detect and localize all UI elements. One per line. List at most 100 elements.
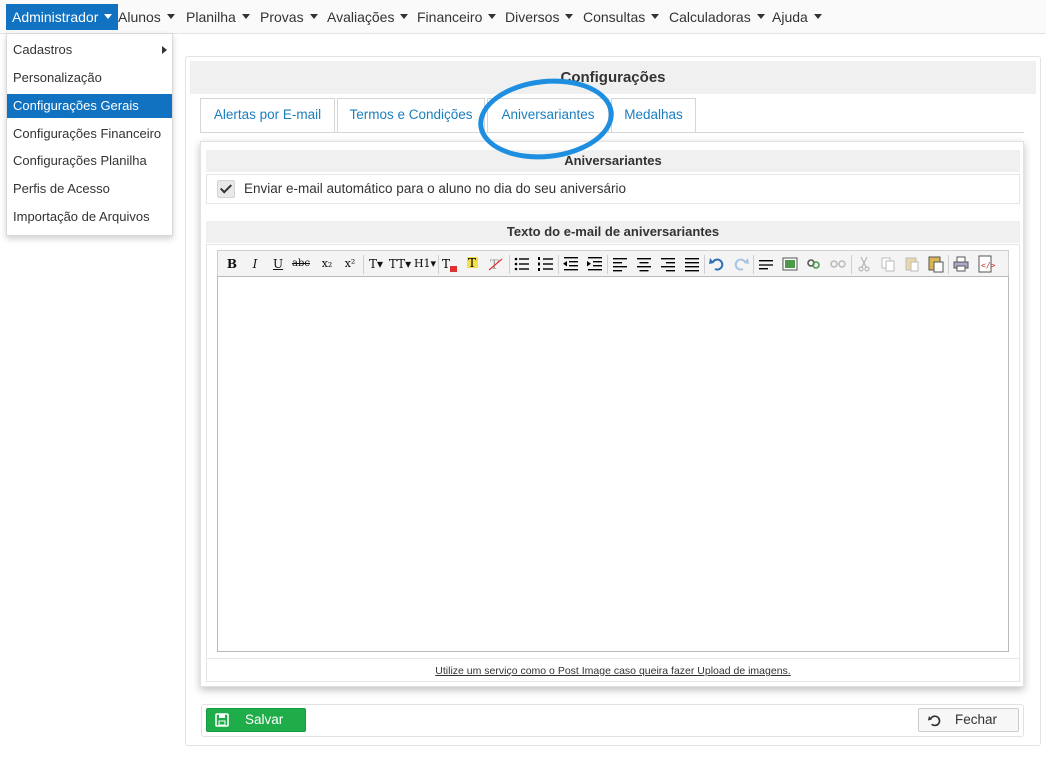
- menu-label: Diversos: [505, 9, 560, 25]
- page-title: Configurações: [190, 61, 1036, 94]
- source-code-icon[interactable]: </>: [975, 254, 995, 274]
- dropdown-item-configuracoes-gerais[interactable]: Configurações Gerais: [7, 94, 172, 118]
- dropdown-item-perfis-de-acesso[interactable]: Perfis de Acesso: [7, 177, 172, 201]
- tab-label: Termos e Condições: [349, 107, 473, 122]
- paste-icon[interactable]: [902, 254, 922, 274]
- numbered-list-icon[interactable]: [536, 254, 556, 274]
- align-center-icon[interactable]: [634, 254, 654, 274]
- save-button[interactable]: Salvar: [206, 708, 306, 732]
- menu-label: Alunos: [118, 9, 161, 25]
- underline-icon[interactable]: U: [268, 254, 288, 274]
- close-button-label: Fechar: [955, 712, 998, 727]
- link-icon[interactable]: [804, 254, 824, 274]
- birthday-email-label: Enviar e-mail automático para o aluno no…: [244, 181, 626, 196]
- chevron-down-icon: [488, 14, 497, 19]
- dropdown-item-configuracoes-financeiro[interactable]: Configurações Financeiro: [7, 122, 172, 146]
- dropdown-item-label: Importação de Arquivos: [13, 209, 150, 224]
- chevron-down-icon: [309, 14, 318, 19]
- cut-icon[interactable]: [854, 254, 874, 274]
- toolbar-separator: [509, 255, 510, 274]
- strikethrough-icon[interactable]: abc: [291, 254, 311, 274]
- tab-label: Medalhas: [624, 107, 683, 122]
- print-icon[interactable]: [951, 254, 971, 274]
- text-color-icon[interactable]: T: [440, 254, 460, 274]
- chevron-down-icon: [813, 14, 822, 19]
- refresh-icon: [928, 715, 941, 727]
- close-button[interactable]: Fechar: [918, 708, 1019, 732]
- menu-diversos[interactable]: Diversos: [501, 4, 574, 30]
- menu-label: Planilha: [186, 9, 236, 25]
- menu-label: Consultas: [583, 9, 646, 25]
- align-justify-icon[interactable]: [682, 254, 702, 274]
- dropdown-item-label: Perfis de Acesso: [13, 181, 110, 196]
- paste-text-icon[interactable]: [926, 254, 946, 274]
- floppy-disk-icon: [215, 713, 229, 727]
- menu-consultas[interactable]: Consultas: [579, 4, 660, 30]
- align-right-icon[interactable]: [658, 254, 678, 274]
- upload-hint-link[interactable]: Utilize um serviço como o Post Image cas…: [206, 658, 1020, 682]
- subscript-icon[interactable]: x₂: [317, 254, 337, 274]
- bullet-list-icon[interactable]: [512, 254, 532, 274]
- dropdown-item-label: Configurações Gerais: [13, 98, 139, 113]
- indent-icon[interactable]: [585, 254, 605, 274]
- undo-icon[interactable]: [707, 254, 727, 274]
- dropdown-item-label: Personalização: [13, 70, 102, 85]
- image-icon[interactable]: [780, 254, 800, 274]
- form-footer: [201, 704, 1024, 737]
- clear-format-icon[interactable]: T: [486, 254, 506, 274]
- bold-icon[interactable]: B: [222, 254, 242, 274]
- menu-financeiro[interactable]: Financeiro: [413, 4, 497, 30]
- dropdown-item-configuracoes-planilha[interactable]: Configurações Planilha: [7, 149, 172, 173]
- tab-medalhas[interactable]: Medalhas: [611, 98, 696, 132]
- dropdown-item-personalizacao[interactable]: Personalização: [7, 66, 172, 90]
- toolbar-separator: [851, 255, 852, 274]
- svg-text:T: T: [468, 256, 476, 270]
- outdent-icon[interactable]: [561, 254, 581, 274]
- toolbar-separator: [753, 255, 754, 274]
- unlink-icon[interactable]: [828, 254, 848, 274]
- chevron-down-icon: [400, 14, 409, 19]
- dropdown-item-cadastros[interactable]: Cadastros: [7, 38, 172, 62]
- copy-icon[interactable]: [878, 254, 898, 274]
- menu-label: Ajuda: [772, 9, 808, 25]
- font-size-icon[interactable]: TT▾: [388, 254, 412, 274]
- menu-avaliacoes[interactable]: Avaliações: [323, 4, 409, 30]
- dropdown-item-label: Cadastros: [13, 42, 73, 57]
- tab-aniversariantes[interactable]: Aniversariantes: [487, 98, 609, 133]
- editor-toolbar: B I U abc x₂ x² T▾ TT▾ H1▾ T T T </>: [217, 250, 1009, 277]
- menu-planilha[interactable]: Planilha: [182, 4, 250, 30]
- chevron-down-icon: [104, 14, 113, 19]
- birthday-email-option: Enviar e-mail automático para o aluno no…: [206, 174, 1020, 204]
- birthday-email-checkbox[interactable]: [217, 180, 235, 198]
- menu-label: Financeiro: [417, 9, 483, 25]
- superscript-icon[interactable]: x²: [340, 254, 360, 274]
- heading-icon[interactable]: H1▾: [413, 254, 437, 274]
- menu-provas[interactable]: Provas: [256, 4, 318, 30]
- email-text-editor[interactable]: [217, 276, 1009, 652]
- menu-label: Avaliações: [327, 9, 395, 25]
- redo-icon[interactable]: [731, 254, 751, 274]
- chevron-down-icon: [241, 14, 250, 19]
- menu-administrador[interactable]: Administrador: [6, 4, 119, 30]
- menu-calculadoras[interactable]: Calculadoras: [665, 4, 765, 30]
- menu-alunos[interactable]: Alunos: [114, 4, 175, 30]
- tab-label: Alertas por E-mail: [213, 107, 322, 122]
- horizontal-rule-icon[interactable]: [756, 254, 776, 274]
- admin-dropdown-menu: Cadastros Personalização Configurações G…: [6, 33, 173, 236]
- menu-ajuda[interactable]: Ajuda: [768, 4, 822, 30]
- font-family-icon[interactable]: T▾: [366, 254, 386, 274]
- menu-label: Administrador: [12, 9, 99, 25]
- chevron-right-icon: [162, 46, 167, 54]
- email-text-title: Texto do e-mail de aniversariantes: [206, 221, 1020, 243]
- chevron-down-icon: [565, 14, 574, 19]
- highlight-icon[interactable]: T: [464, 254, 484, 274]
- tab-termos-e-condicoes[interactable]: Termos e Condições: [337, 98, 485, 132]
- dropdown-item-importacao-de-arquivos[interactable]: Importação de Arquivos: [7, 205, 172, 229]
- italic-icon[interactable]: I: [245, 254, 265, 274]
- tab-alertas-por-email[interactable]: Alertas por E-mail: [200, 98, 335, 132]
- dropdown-item-label: Configurações Financeiro: [13, 126, 162, 141]
- align-left-icon[interactable]: [610, 254, 630, 274]
- top-menubar: Administrador Alunos Planilha Provas Ava…: [0, 0, 1046, 34]
- tabs-divider: [200, 132, 1024, 133]
- chevron-down-icon: [756, 14, 765, 19]
